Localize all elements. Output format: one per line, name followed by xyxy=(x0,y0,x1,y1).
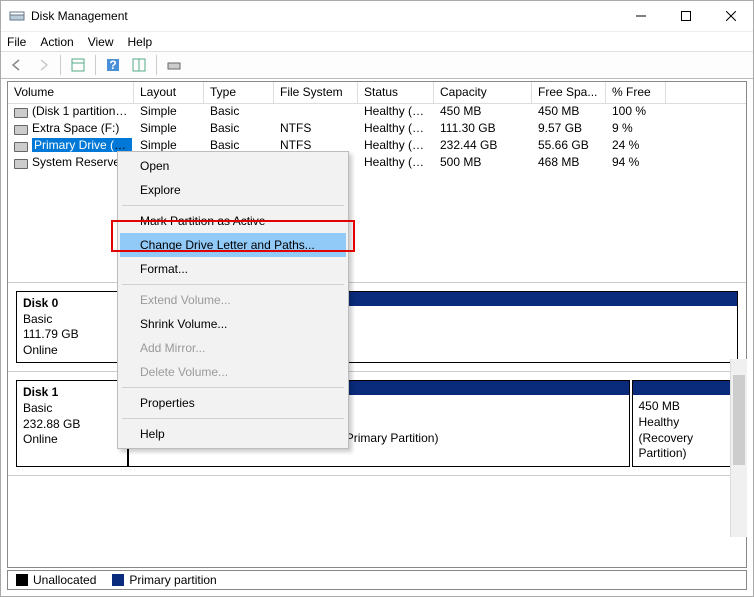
menu-item: Delete Volume... xyxy=(120,360,346,384)
volume-icon xyxy=(14,158,28,168)
titlebar: Disk Management xyxy=(1,1,753,31)
close-button[interactable] xyxy=(708,1,753,31)
cell: (Disk 1 partition 2) xyxy=(8,104,134,121)
cell: 9.57 GB xyxy=(532,121,606,138)
cell: 94 % xyxy=(606,155,666,172)
minimize-button[interactable] xyxy=(618,1,663,31)
cell: NTFS xyxy=(274,121,358,138)
back-button[interactable] xyxy=(5,54,29,76)
menubar: File Action View Help xyxy=(1,31,753,51)
menu-item[interactable]: Open xyxy=(120,154,346,178)
cell: Healthy (P... xyxy=(358,121,434,138)
cell: 9 % xyxy=(606,121,666,138)
menu-file[interactable]: File xyxy=(7,35,26,49)
legend-primary-label: Primary partition xyxy=(129,573,216,587)
cell xyxy=(274,104,358,121)
legend: Unallocated Primary partition xyxy=(7,570,747,590)
cell: 450 MB xyxy=(434,104,532,121)
menu-item[interactable]: Shrink Volume... xyxy=(120,312,346,336)
volume-row[interactable]: (Disk 1 partition 2)SimpleBasic Healthy (… xyxy=(8,104,746,121)
volume-table-header: Volume Layout Type File System Status Ca… xyxy=(8,82,746,104)
legend-unallocated-label: Unallocated xyxy=(33,573,96,587)
legend-primary: Primary partition xyxy=(112,573,216,587)
menu-item[interactable]: Change Drive Letter and Paths... xyxy=(120,233,346,257)
col-filesystem[interactable]: File System xyxy=(274,82,358,103)
toolbar: ? xyxy=(1,51,753,79)
cell: Extra Space (F:) xyxy=(8,121,134,138)
menu-item[interactable]: Help xyxy=(120,422,346,446)
col-volume[interactable]: Volume xyxy=(8,82,134,103)
cell: Healthy (R... xyxy=(358,104,434,121)
action-button[interactable] xyxy=(162,54,186,76)
forward-button[interactable] xyxy=(31,54,55,76)
cell: Simple xyxy=(134,121,204,138)
menu-item[interactable]: Format... xyxy=(120,257,346,281)
cell: Basic xyxy=(204,104,274,121)
menu-action[interactable]: Action xyxy=(40,35,73,49)
disk-info[interactable]: Disk 1Basic232.88 GBOnline xyxy=(16,380,128,466)
cell: 24 % xyxy=(606,138,666,155)
legend-unallocated: Unallocated xyxy=(16,573,96,587)
menu-item[interactable]: Properties xyxy=(120,391,346,415)
cell: System Reserved xyxy=(8,155,134,172)
menu-item: Add Mirror... xyxy=(120,336,346,360)
cell: 111.30 GB xyxy=(434,121,532,138)
cell: Basic xyxy=(204,121,274,138)
app-icon xyxy=(9,8,25,24)
settings-button[interactable] xyxy=(127,54,151,76)
svg-text:?: ? xyxy=(109,58,116,72)
volume-icon xyxy=(14,107,28,117)
help-button[interactable]: ? xyxy=(101,54,125,76)
menu-help[interactable]: Help xyxy=(128,35,153,49)
col-free[interactable]: Free Spa... xyxy=(532,82,606,103)
context-menu: OpenExplore Mark Partition as ActiveChang… xyxy=(117,151,349,449)
partition[interactable]: 450 MBHealthy (Recovery Partition) xyxy=(632,380,739,466)
swatch-unallocated xyxy=(16,574,28,586)
volume-icon xyxy=(14,141,28,151)
col-layout[interactable]: Layout xyxy=(134,82,204,103)
maximize-button[interactable] xyxy=(663,1,708,31)
menu-item[interactable]: Explore xyxy=(120,178,346,202)
menu-view[interactable]: View xyxy=(88,35,114,49)
cell: 232.44 GB xyxy=(434,138,532,155)
col-type[interactable]: Type xyxy=(204,82,274,103)
cell: 500 MB xyxy=(434,155,532,172)
swatch-primary xyxy=(112,574,124,586)
window-title: Disk Management xyxy=(31,9,618,23)
menu-item[interactable]: Mark Partition as Active xyxy=(120,209,346,233)
cell: 468 MB xyxy=(532,155,606,172)
scrollbar-vertical[interactable] xyxy=(730,359,747,537)
volume-icon xyxy=(14,124,28,134)
cell: Healthy (S... xyxy=(358,155,434,172)
disk-info[interactable]: Disk 0Basic111.79 GBOnline xyxy=(16,291,128,363)
col-capacity[interactable]: Capacity xyxy=(434,82,532,103)
cell: Healthy (B... xyxy=(358,138,434,155)
col-status[interactable]: Status xyxy=(358,82,434,103)
cell: 100 % xyxy=(606,104,666,121)
menu-item: Extend Volume... xyxy=(120,288,346,312)
cell: 55.66 GB xyxy=(532,138,606,155)
view-button[interactable] xyxy=(66,54,90,76)
volume-row[interactable]: Extra Space (F:)SimpleBasicNTFSHealthy (… xyxy=(8,121,746,138)
cell: 450 MB xyxy=(532,104,606,121)
cell: Simple xyxy=(134,104,204,121)
col-pctfree[interactable]: % Free xyxy=(606,82,666,103)
cell: Primary Drive (C:) xyxy=(8,138,134,155)
